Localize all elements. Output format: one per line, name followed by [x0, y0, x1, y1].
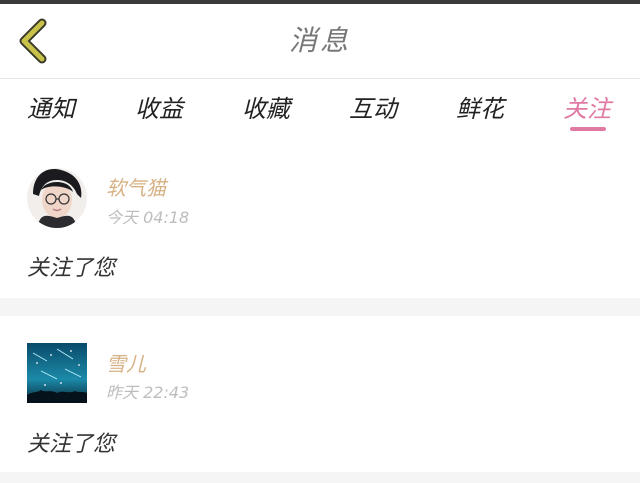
- active-tab-indicator: [570, 127, 606, 131]
- message-text: 关注了您: [27, 432, 116, 457]
- username[interactable]: 软气猫: [106, 172, 166, 201]
- list-item[interactable]: 软气猫 今天 04:18 关注了您: [0, 140, 640, 298]
- tab-following[interactable]: 关注: [563, 89, 611, 129]
- avatar[interactable]: [27, 168, 87, 228]
- section-divider: [0, 298, 640, 316]
- tab-earnings[interactable]: 收益: [135, 89, 183, 129]
- message-text: 关注了您: [27, 256, 116, 281]
- username[interactable]: 雪儿: [106, 348, 146, 377]
- timestamp: 今天 04:18: [106, 208, 190, 227]
- section-divider: [0, 472, 640, 483]
- tab-flowers[interactable]: 鲜花: [456, 89, 504, 129]
- tab-favorites[interactable]: 收藏: [242, 89, 290, 129]
- timestamp: 昨天 22:43: [106, 383, 190, 402]
- tab-interactions[interactable]: 互动: [349, 89, 397, 129]
- avatar[interactable]: [27, 343, 87, 403]
- tab-notifications[interactable]: 通知: [27, 89, 75, 129]
- tab-bar: 通知 收益 收藏 互动 鲜花 关注: [0, 79, 640, 139]
- header-bar: 消息: [0, 4, 640, 79]
- page-title: 消息: [288, 24, 351, 57]
- list-item[interactable]: 雪儿 昨天 22:43 关注了您: [0, 316, 640, 472]
